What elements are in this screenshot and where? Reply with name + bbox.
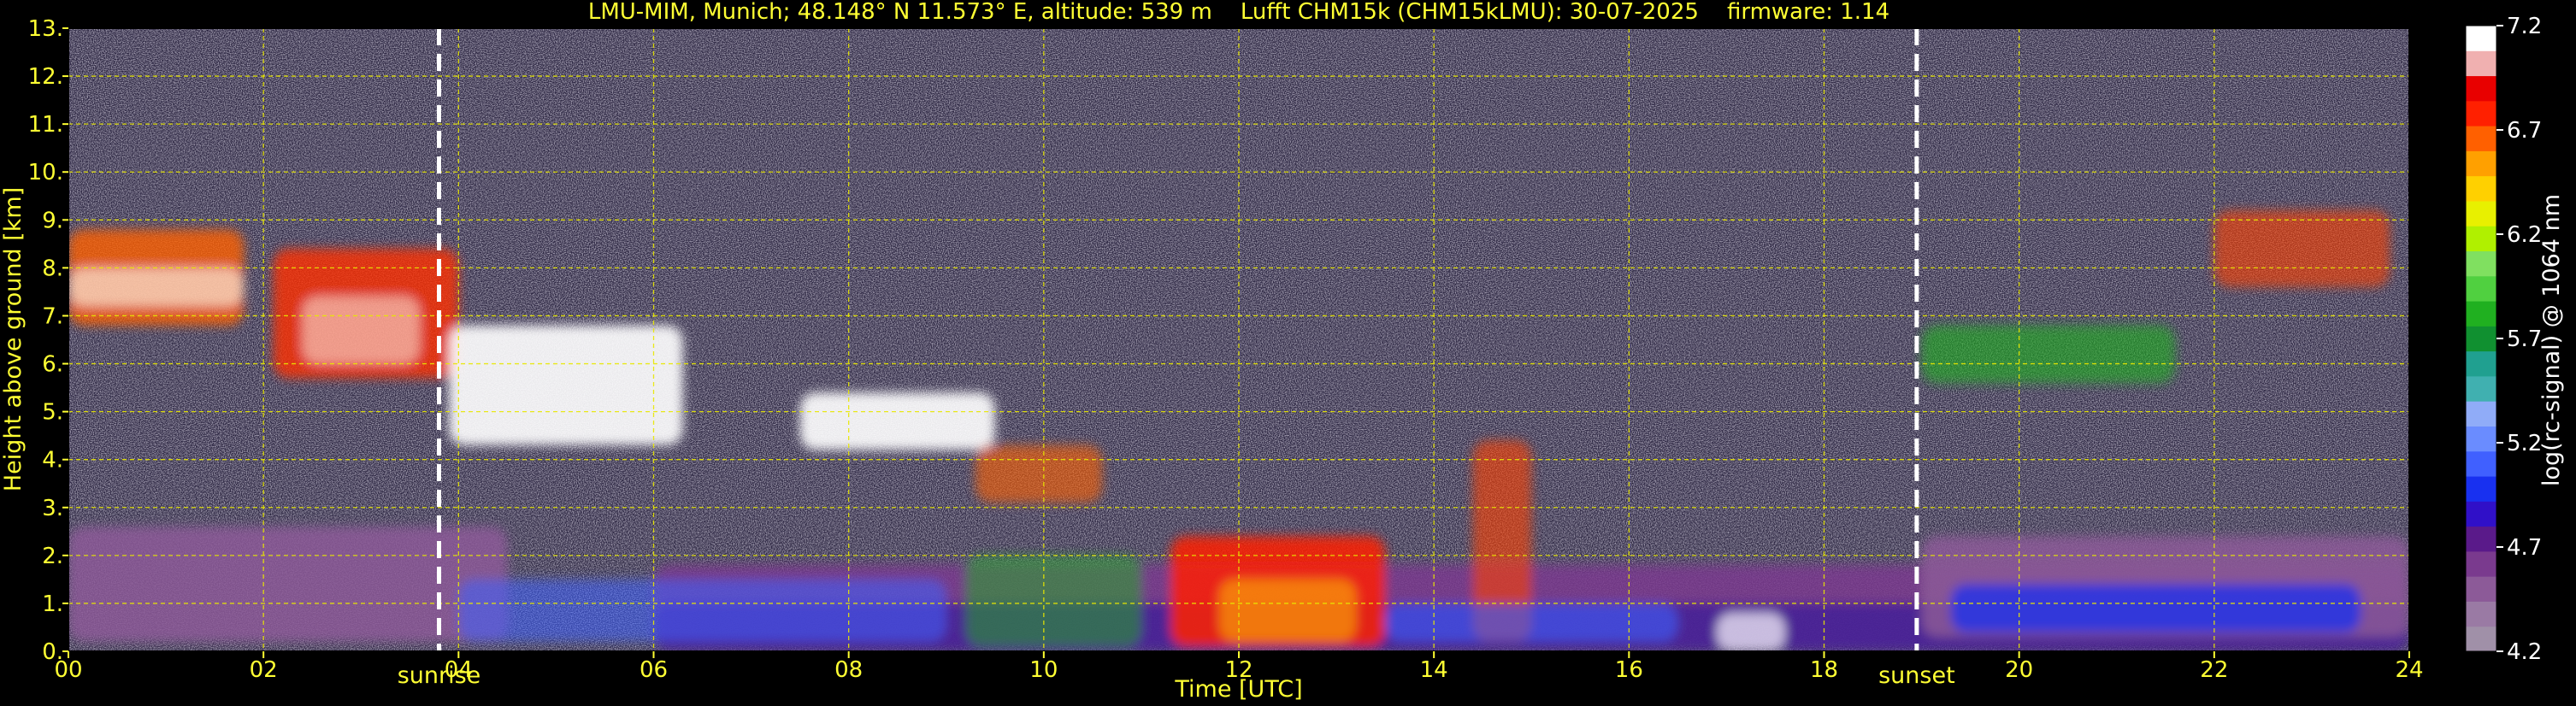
y-tick-label: 2. xyxy=(42,544,63,569)
colorbar-tick-label: 5.2 xyxy=(2507,431,2542,456)
y-tick-label: 5. xyxy=(42,400,63,426)
colorbar-swatch xyxy=(2466,301,2496,327)
colorbar-swatch xyxy=(2466,150,2496,177)
colorbar-swatch xyxy=(2466,126,2496,151)
signal-region xyxy=(2213,210,2390,287)
colorbar-swatch xyxy=(2466,476,2496,502)
signal-region xyxy=(68,268,245,307)
colorbar-tick-label: 6.7 xyxy=(2507,118,2542,144)
colorbar-swatch xyxy=(2466,576,2496,602)
event-label: sunrise xyxy=(398,662,481,689)
colorbar-swatch xyxy=(2466,175,2496,202)
x-tick-label: 22 xyxy=(2200,657,2228,683)
x-tick-label: 10 xyxy=(1029,657,1058,683)
ceilometer-chart: LMU-MIM, Munich; 48.148° N 11.573° E, al… xyxy=(0,0,2565,703)
signal-region xyxy=(1921,325,2176,383)
signal-region xyxy=(68,527,508,642)
x-tick-label: 16 xyxy=(1615,657,1643,683)
colorbar-swatch xyxy=(2466,401,2496,427)
colorbar-swatch xyxy=(2466,601,2496,627)
colorbar: 4.2 4.7 5.2 5.7 6.2 6.7 7.2 xyxy=(2465,14,2542,665)
signal-region xyxy=(448,325,683,445)
colorbar-swatch xyxy=(2466,200,2496,227)
y-tick-label: 11. xyxy=(28,112,63,138)
colorbar-swatch xyxy=(2466,50,2496,77)
colorbar-swatch xyxy=(2466,426,2496,452)
y-tick-label: 13. xyxy=(28,16,63,42)
colorbar-swatch xyxy=(2466,100,2496,126)
colorbar-label: log(rc-signal) @ 1064 nm xyxy=(2538,194,2565,486)
signal-region xyxy=(1219,579,1356,642)
colorbar-swatch xyxy=(2466,550,2496,577)
colorbar-swatch xyxy=(2466,526,2496,552)
colorbar-tick-label: 4.7 xyxy=(2507,535,2542,561)
x-tick-label: 02 xyxy=(250,657,278,683)
colorbar-swatch xyxy=(2466,350,2496,377)
y-ticks: 0. 1. 2. 3. 4. 5. 6. 7. 8. 9. 10. 11. 12. 13. xyxy=(28,16,68,665)
colorbar-tick-label: 5.7 xyxy=(2507,327,2542,352)
colorbar-swatch xyxy=(2466,75,2496,102)
y-tick-label: 4. xyxy=(42,448,63,474)
y-tick-label: 3. xyxy=(42,496,63,521)
plot-area xyxy=(68,28,2409,651)
colorbar-tick-label: 7.2 xyxy=(2507,14,2542,39)
colorbar-swatch xyxy=(2466,275,2496,302)
colorbar-tick-label: 6.2 xyxy=(2507,222,2542,248)
y-tick-label: 6. xyxy=(42,352,63,378)
event-label: sunset xyxy=(1878,662,1955,689)
x-tick-label: 06 xyxy=(640,657,668,683)
y-tick-label: 12. xyxy=(28,64,63,90)
colorbar-tick-label: 4.2 xyxy=(2507,639,2542,665)
x-tick-label: 18 xyxy=(1810,657,1838,683)
x-tick-label: 24 xyxy=(2395,657,2423,683)
y-tick-label: 1. xyxy=(42,591,63,617)
colorbar-swatch xyxy=(2466,375,2496,402)
signal-region xyxy=(1950,584,2361,632)
colorbar-swatch xyxy=(2466,501,2496,527)
y-axis-label: Height above ground [km] xyxy=(0,187,27,491)
signal-region xyxy=(302,297,420,364)
colorbar-swatch xyxy=(2466,326,2496,352)
x-tick-label: 14 xyxy=(1420,657,1448,683)
colorbar-swatch xyxy=(2466,626,2496,652)
signal-region xyxy=(458,579,946,642)
x-tick-label: 08 xyxy=(834,657,863,683)
y-tick-label: 0. xyxy=(42,639,63,665)
signal-region xyxy=(965,555,1141,647)
signal-region xyxy=(975,444,1103,503)
x-tick-label: 20 xyxy=(2005,657,2033,683)
chart-title: LMU-MIM, Munich; 48.148° N 11.573° E, al… xyxy=(588,0,1889,25)
signal-region xyxy=(1385,603,1678,642)
y-tick-label: 7. xyxy=(42,303,63,329)
colorbar-swatch xyxy=(2466,226,2496,252)
y-tick-label: 9. xyxy=(42,208,63,233)
colorbar-swatch xyxy=(2466,250,2496,277)
x-axis-label: Time [UTC] xyxy=(1174,676,1302,703)
colorbar-swatch xyxy=(2466,450,2496,477)
y-tick-label: 8. xyxy=(42,256,63,281)
signal-region xyxy=(1717,613,1785,651)
colorbar-swatch xyxy=(2466,26,2496,51)
y-tick-label: 10. xyxy=(28,160,63,185)
signal-region xyxy=(799,392,995,450)
